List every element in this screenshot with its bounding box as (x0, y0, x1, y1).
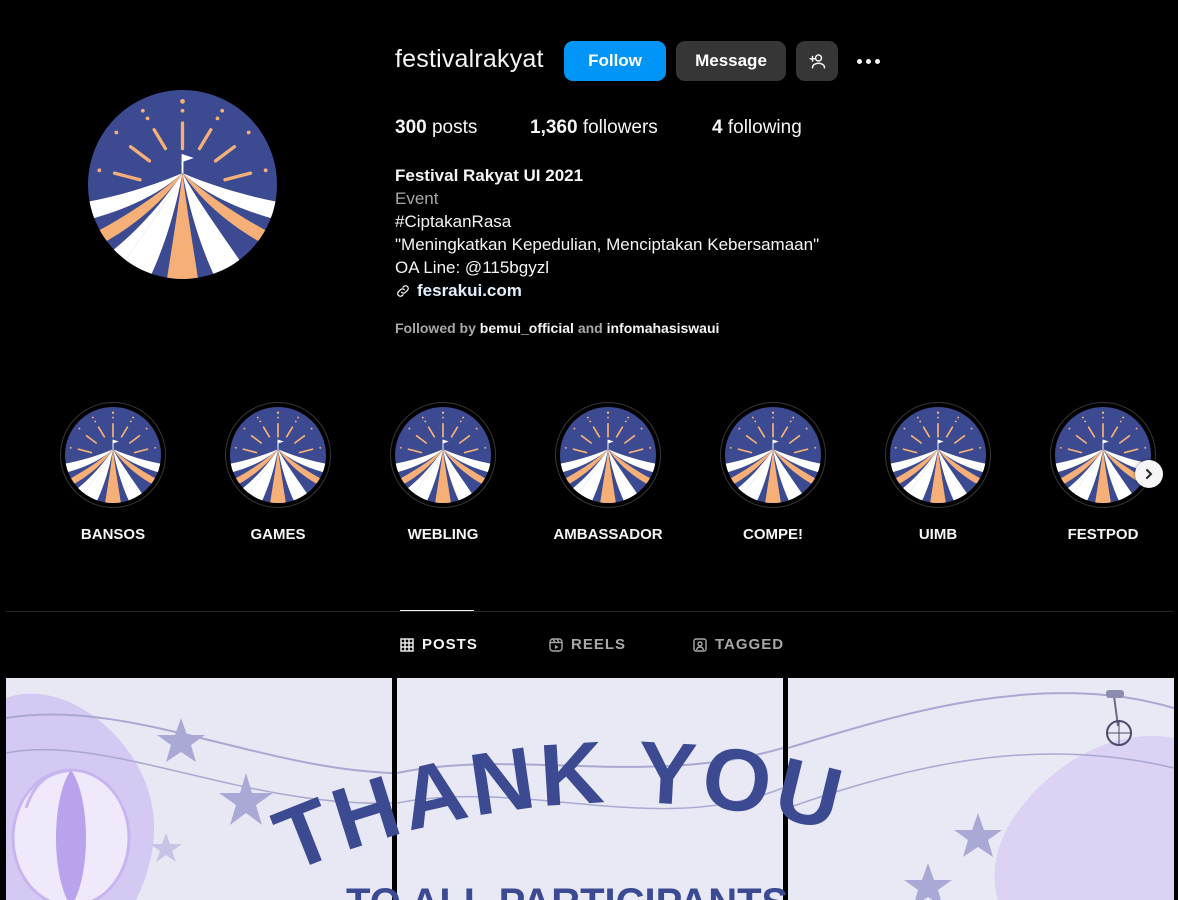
festival-logo-image (725, 407, 821, 503)
highlight-label: GAMES (250, 526, 306, 543)
bio-website-link[interactable]: fesrakui.com (395, 279, 819, 302)
highlight-cover (225, 402, 331, 508)
highlight-cover (555, 402, 661, 508)
tab-label: TAGGED (715, 636, 785, 653)
posts-grid (6, 678, 1174, 900)
suggest-users-button[interactable] (796, 41, 838, 81)
followed-by-joiner: and (577, 320, 603, 336)
posts-count: 300 (395, 117, 427, 138)
profile-bio: Festival Rakyat UI 2021 Event #CiptakanR… (395, 164, 819, 302)
highlight-label: AMBASSADOR (553, 526, 663, 543)
tab-label: REELS (571, 636, 627, 653)
highlight-label: FESTPOD (1067, 526, 1139, 543)
tab-reels[interactable]: REELS (549, 636, 626, 653)
festival-logo-image (230, 407, 326, 503)
tab-label: POSTS (422, 636, 478, 653)
festival-logo-image (1055, 407, 1151, 503)
highlight-uimb[interactable]: UIMB (878, 402, 998, 543)
highlight-ambassador[interactable]: AMBASSADOR (548, 402, 668, 543)
highlight-label: WEBLING (407, 526, 479, 543)
following-count: 4 (712, 117, 723, 138)
website-url: fesrakui.com (417, 281, 522, 300)
reels-icon (549, 637, 563, 652)
festival-logo-image (560, 407, 656, 503)
profile-username: festivalrakyat (395, 45, 544, 73)
highlight-compe[interactable]: COMPE! (713, 402, 833, 543)
followed-by-user-2[interactable]: infomahasiswaui (607, 320, 720, 336)
grid-icon (400, 637, 414, 652)
following-label: following (727, 117, 802, 138)
posts-stat[interactable]: 300 posts (395, 117, 477, 139)
post-thumbnail[interactable] (788, 678, 1174, 900)
post-image (6, 678, 392, 900)
profile-full-name: Festival Rakyat UI 2021 (395, 166, 584, 185)
highlight-label: BANSOS (80, 526, 146, 543)
followers-count: 1,360 (530, 117, 578, 138)
post-thumbnail[interactable] (397, 678, 783, 900)
highlight-cover (885, 402, 991, 508)
followed-by-user-1[interactable]: bemui_official (480, 320, 574, 336)
follow-button[interactable]: Follow (564, 41, 666, 81)
highlight-webling[interactable]: WEBLING (383, 402, 503, 543)
following-stat[interactable]: 4 following (712, 117, 802, 139)
highlight-cover (720, 402, 826, 508)
story-highlights: BANSOS GAMES WEBLING AMBASSADOR COMPE! U… (0, 402, 1178, 552)
active-tab-indicator (400, 610, 474, 611)
festival-logo-image (395, 407, 491, 503)
bio-line-id: OA Line: @115bgyzl (395, 258, 549, 277)
highlight-cover (390, 402, 496, 508)
festival-logo-image (890, 407, 986, 503)
highlights-next-button[interactable] (1135, 460, 1163, 488)
followed-by-prefix: Followed by (395, 320, 476, 336)
post-image (397, 678, 783, 900)
chevron-right-icon (1146, 469, 1153, 479)
highlight-cover (1050, 402, 1156, 508)
followers-label: followers (582, 117, 658, 138)
post-thumbnail[interactable] (6, 678, 392, 900)
festival-logo-image (88, 90, 277, 279)
profile-category: Event (395, 189, 439, 208)
bio-tagline: "Meningkatkan Kepedulian, Menciptakan Ke… (395, 235, 820, 254)
highlight-games[interactable]: GAMES (218, 402, 338, 543)
tagged-icon (693, 637, 707, 652)
bio-hashtag[interactable]: #CiptakanRasa (395, 210, 819, 233)
festival-logo-image (65, 407, 161, 503)
tabs-divider (6, 611, 1174, 612)
tab-tagged[interactable]: TAGGED (693, 636, 784, 653)
highlight-cover (60, 402, 166, 508)
link-icon (397, 284, 409, 297)
add-user-icon (809, 54, 826, 69)
more-options-icon[interactable] (852, 52, 884, 70)
message-button[interactable]: Message (676, 41, 786, 81)
highlight-label: COMPE! (743, 526, 803, 543)
highlight-label: UIMB (918, 526, 958, 543)
post-image (788, 678, 1174, 900)
followed-by-text[interactable]: Followed by bemui_official and infomahas… (395, 320, 719, 336)
posts-label: posts (431, 117, 478, 138)
profile-avatar[interactable] (88, 90, 277, 279)
tab-posts[interactable]: POSTS (400, 636, 478, 653)
followers-stat[interactable]: 1,360 followers (530, 117, 658, 139)
highlight-bansos[interactable]: BANSOS (53, 402, 173, 543)
